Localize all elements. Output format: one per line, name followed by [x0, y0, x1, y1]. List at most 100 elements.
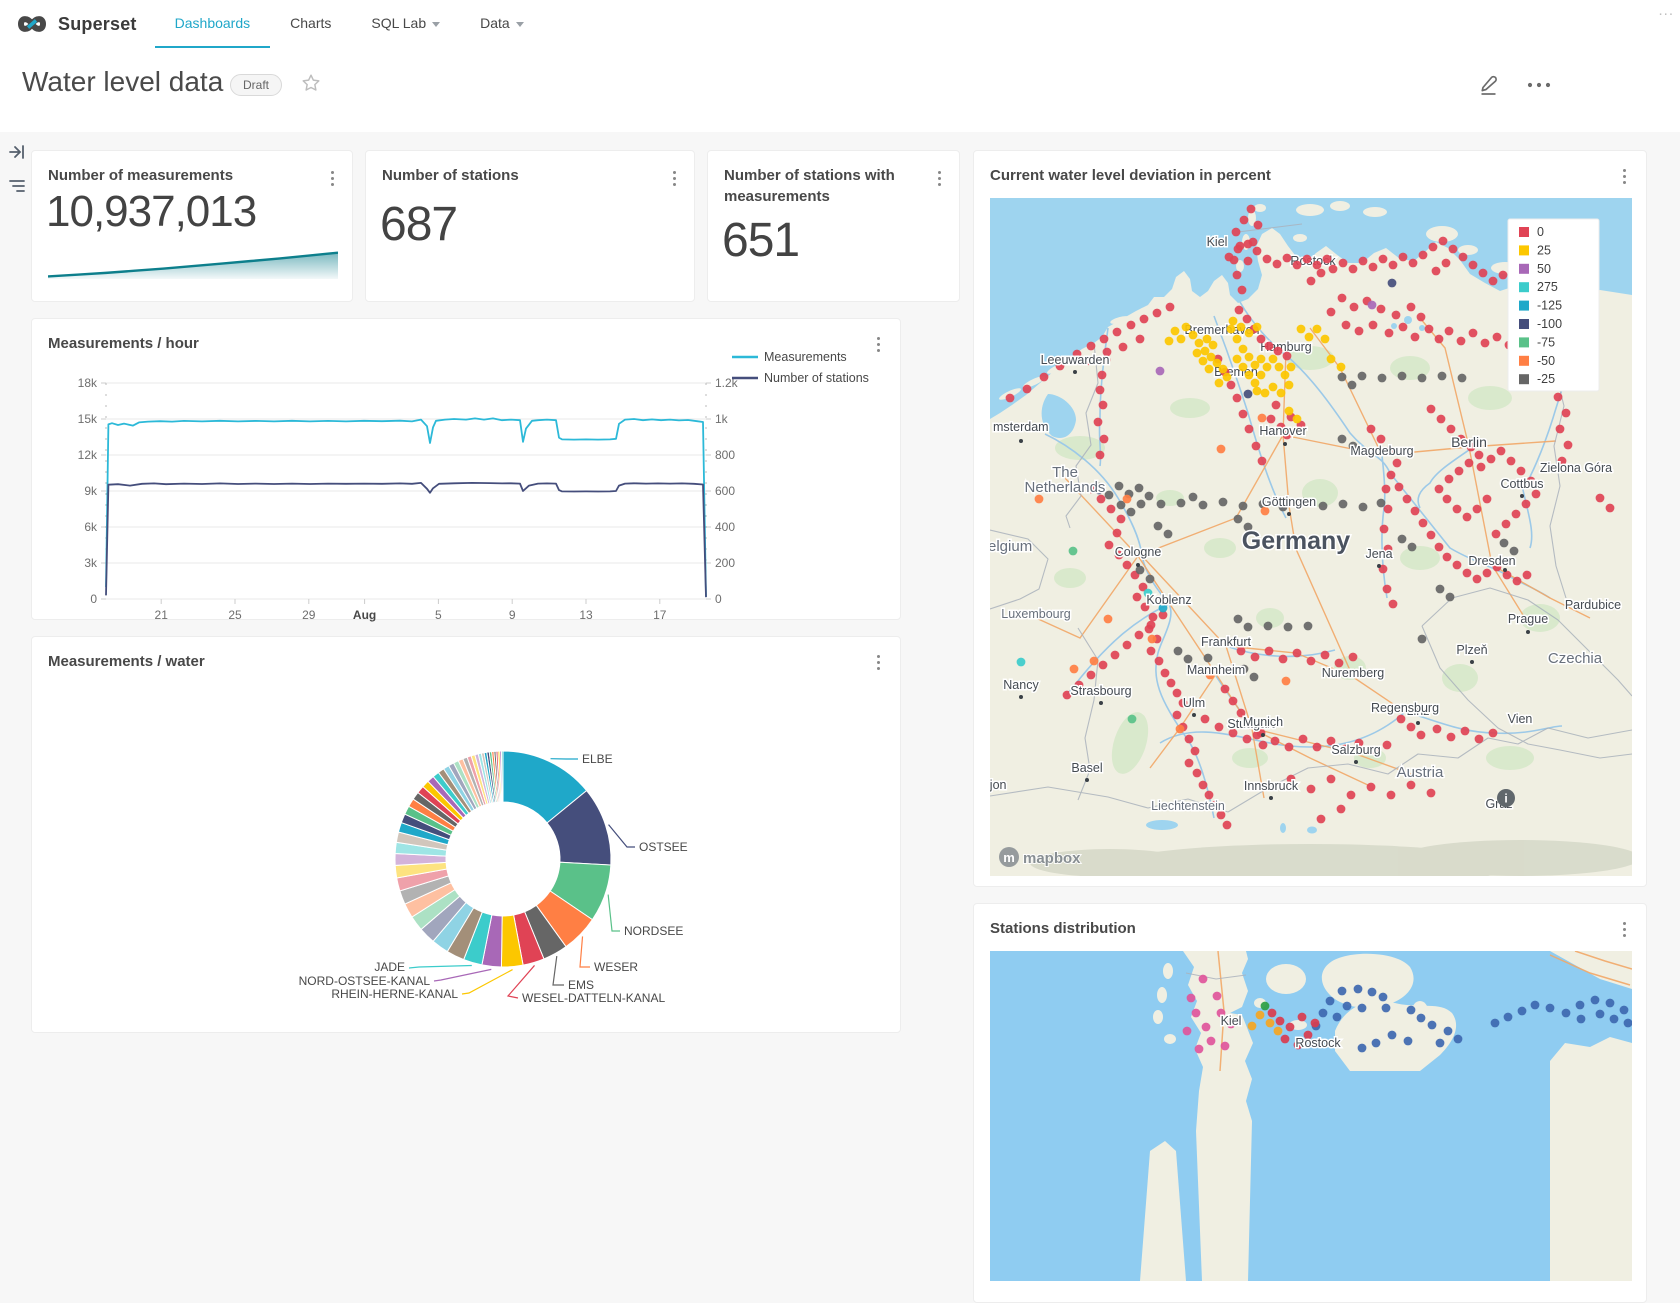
legend-label: 275	[1537, 280, 1558, 294]
svg-text:0: 0	[90, 592, 97, 606]
svg-text:17: 17	[653, 608, 667, 622]
nav-item-sql-lab[interactable]: SQL Lab	[351, 0, 460, 48]
map-label-cologne: Cologne	[1115, 545, 1162, 559]
card-stations-with-measurements: Number of stations with measurements 651	[707, 150, 960, 302]
map-label-hanover: Hanover	[1259, 424, 1306, 438]
donut-chart[interactable]: ELBEOSTSEENORDSEEWESEREMSWESEL-DATTELN-K…	[32, 637, 902, 1034]
svg-text:1k: 1k	[715, 412, 729, 426]
legend-label: 25	[1537, 243, 1551, 257]
map-label-jena: Jena	[1365, 547, 1392, 561]
card-title: Number of stations with measurements	[724, 165, 919, 207]
nav-item-data[interactable]: Data	[460, 0, 544, 48]
svg-text:5: 5	[435, 608, 442, 622]
donut-label: JADE	[374, 960, 405, 974]
card-stations-distribution-map: Stations distribution KielRostock	[973, 903, 1647, 1303]
deviation-scatter-map[interactable]: KielRostockBremerhavenHamburgBremen Leeu…	[990, 198, 1632, 876]
map-label-austria: Austria	[1397, 764, 1444, 781]
map-label-nancy: Nancy	[1003, 678, 1039, 692]
donut-label: EMS	[568, 978, 594, 992]
legend-label: -125	[1537, 299, 1562, 313]
donut-label: NORDSEE	[624, 924, 683, 938]
donut-label: WESER	[594, 960, 638, 974]
map-label-leeuwarden: Leeuwarden	[1041, 353, 1110, 367]
big-number-value: 10,937,013	[46, 187, 256, 237]
legend-swatch	[1519, 245, 1529, 255]
kebab-menu-icon[interactable]	[669, 167, 680, 190]
legend-label: 50	[1537, 262, 1551, 276]
legend-swatch	[1519, 264, 1529, 274]
svg-text:3k: 3k	[84, 556, 98, 570]
map-label-göttingen: Göttingen	[1262, 495, 1316, 509]
nav-menu: DashboardsChartsSQL LabData	[155, 0, 544, 48]
big-number-value: 687	[380, 197, 457, 252]
map-label-netherlands: Netherlands	[1025, 479, 1106, 496]
svg-text:12k: 12k	[78, 448, 98, 462]
nav-overflow-icon[interactable]: ...	[1658, 2, 1674, 19]
legend-item[interactable]: Measurements	[732, 350, 847, 364]
svg-text:200: 200	[715, 556, 735, 570]
map-label-vien: Vien	[1508, 712, 1533, 726]
kebab-menu-icon[interactable]	[934, 167, 945, 190]
chart-title: Current water level deviation in percent	[990, 165, 1271, 186]
kebab-menu-icon[interactable]	[1619, 165, 1630, 188]
card-measurements-per-hour: Measurements / hour 003k2006k4009k60012k…	[31, 318, 901, 620]
map-label-czechia: Czechia	[1548, 650, 1603, 667]
top-navbar: Superset DashboardsChartsSQL LabData ...	[0, 0, 1680, 49]
nav-item-charts[interactable]: Charts	[270, 0, 351, 48]
donut-label: RHEIN-HERNE-KANAL	[331, 987, 458, 1001]
donut-label: WESEL-DATTELN-KANAL	[522, 991, 665, 1005]
map-legend: 02550275-125-100-75-50-25	[1508, 219, 1599, 391]
map-label-elgium: elgium	[990, 538, 1032, 555]
legend-label: -100	[1537, 317, 1562, 331]
map-label-liechtenstein: Liechtenstein	[1151, 799, 1225, 813]
donut-slice[interactable]	[501, 751, 503, 802]
mapbox-wordmark[interactable]: mapbox	[1023, 850, 1081, 867]
map-label-munich: Munich	[1243, 715, 1283, 729]
card-title: Number of measurements	[48, 165, 233, 186]
superset-brand[interactable]: Superset	[0, 0, 155, 48]
dashboard-header: Water level data Draft	[0, 48, 1680, 132]
nav-item-dashboards[interactable]: Dashboards	[155, 0, 271, 48]
donut-label: NORD-OSTSEE-KANAL	[299, 974, 431, 988]
svg-text:i: i	[1504, 792, 1507, 806]
kebab-menu-icon[interactable]	[327, 167, 338, 190]
svg-text:Number of stations: Number of stations	[764, 371, 869, 385]
favorite-star-icon[interactable]	[300, 72, 322, 94]
map-label-salzburg: Salzburg	[1331, 743, 1380, 757]
kebab-menu-icon[interactable]	[1619, 918, 1630, 941]
svg-text:18k: 18k	[78, 376, 98, 390]
legend-swatch	[1519, 301, 1529, 311]
superset-dashboard-page: { "nav":{"brand":"Superset","overflow":"…	[0, 0, 1680, 1050]
svg-text:800: 800	[715, 448, 735, 462]
filter-icon[interactable]	[5, 174, 29, 198]
map-label-rostock: Rostock	[1295, 1036, 1341, 1050]
stations-scatter-map[interactable]: KielRostock	[990, 951, 1632, 1281]
legend-label: 0	[1537, 225, 1544, 239]
donut-label: OSTSEE	[639, 840, 688, 854]
line-chart[interactable]: 003k2006k4009k60012k80015k1k18k1.2k21252…	[32, 343, 902, 629]
legend-item[interactable]: Number of stations	[732, 371, 869, 385]
map-label-pardubice: Pardubice	[1565, 598, 1621, 612]
svg-text:6k: 6k	[84, 520, 98, 534]
map-label-dijon: Dijon	[990, 778, 1007, 792]
svg-text:13: 13	[579, 608, 593, 622]
svg-text:25: 25	[228, 608, 242, 622]
more-options-icon[interactable]	[1526, 80, 1552, 90]
map-label-berlin: Berlin	[1451, 434, 1487, 450]
expand-filter-bar-icon[interactable]	[5, 140, 29, 164]
legend-swatch	[1519, 356, 1529, 366]
brand-name: Superset	[58, 14, 137, 35]
legend-swatch	[1519, 374, 1529, 384]
map-label-msterdam: msterdam	[993, 420, 1049, 434]
map-label-germany: Germany	[1242, 527, 1350, 555]
svg-text:0: 0	[715, 592, 722, 606]
edit-pencil-icon[interactable]	[1476, 72, 1500, 98]
card-water-level-deviation-map: Current water level deviation in percent	[973, 150, 1647, 887]
legend-label: -75	[1537, 335, 1555, 349]
map-label-regensburg: Regensburg	[1371, 701, 1439, 715]
legend-swatch	[1519, 282, 1529, 292]
legend-swatch	[1519, 337, 1529, 347]
filter-bar-controls	[5, 140, 29, 198]
svg-text:400: 400	[715, 520, 735, 534]
trend-sparkline	[48, 243, 338, 279]
